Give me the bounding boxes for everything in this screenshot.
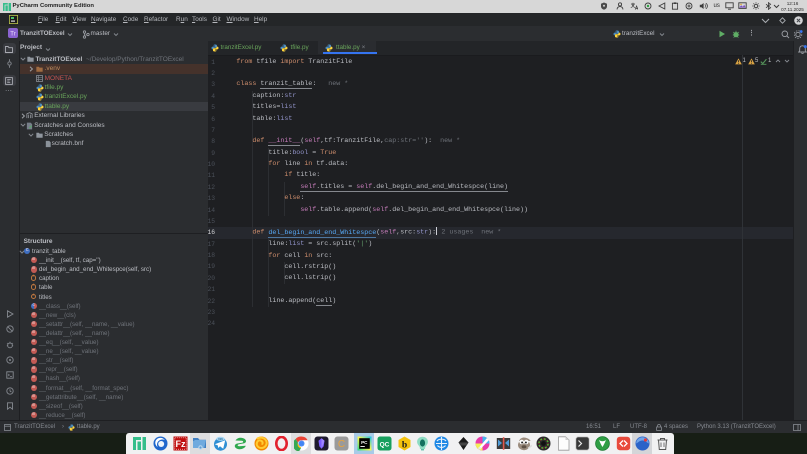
svg-text:QC: QC	[379, 441, 389, 448]
svg-text:Tr: Tr	[10, 31, 15, 37]
svg-text:PC: PC	[361, 440, 368, 445]
svg-text:Fz: Fz	[176, 439, 186, 449]
svg-text:C: C	[338, 439, 345, 450]
svg-text:b: b	[401, 439, 406, 450]
svg-text:999: 999	[218, 437, 223, 441]
